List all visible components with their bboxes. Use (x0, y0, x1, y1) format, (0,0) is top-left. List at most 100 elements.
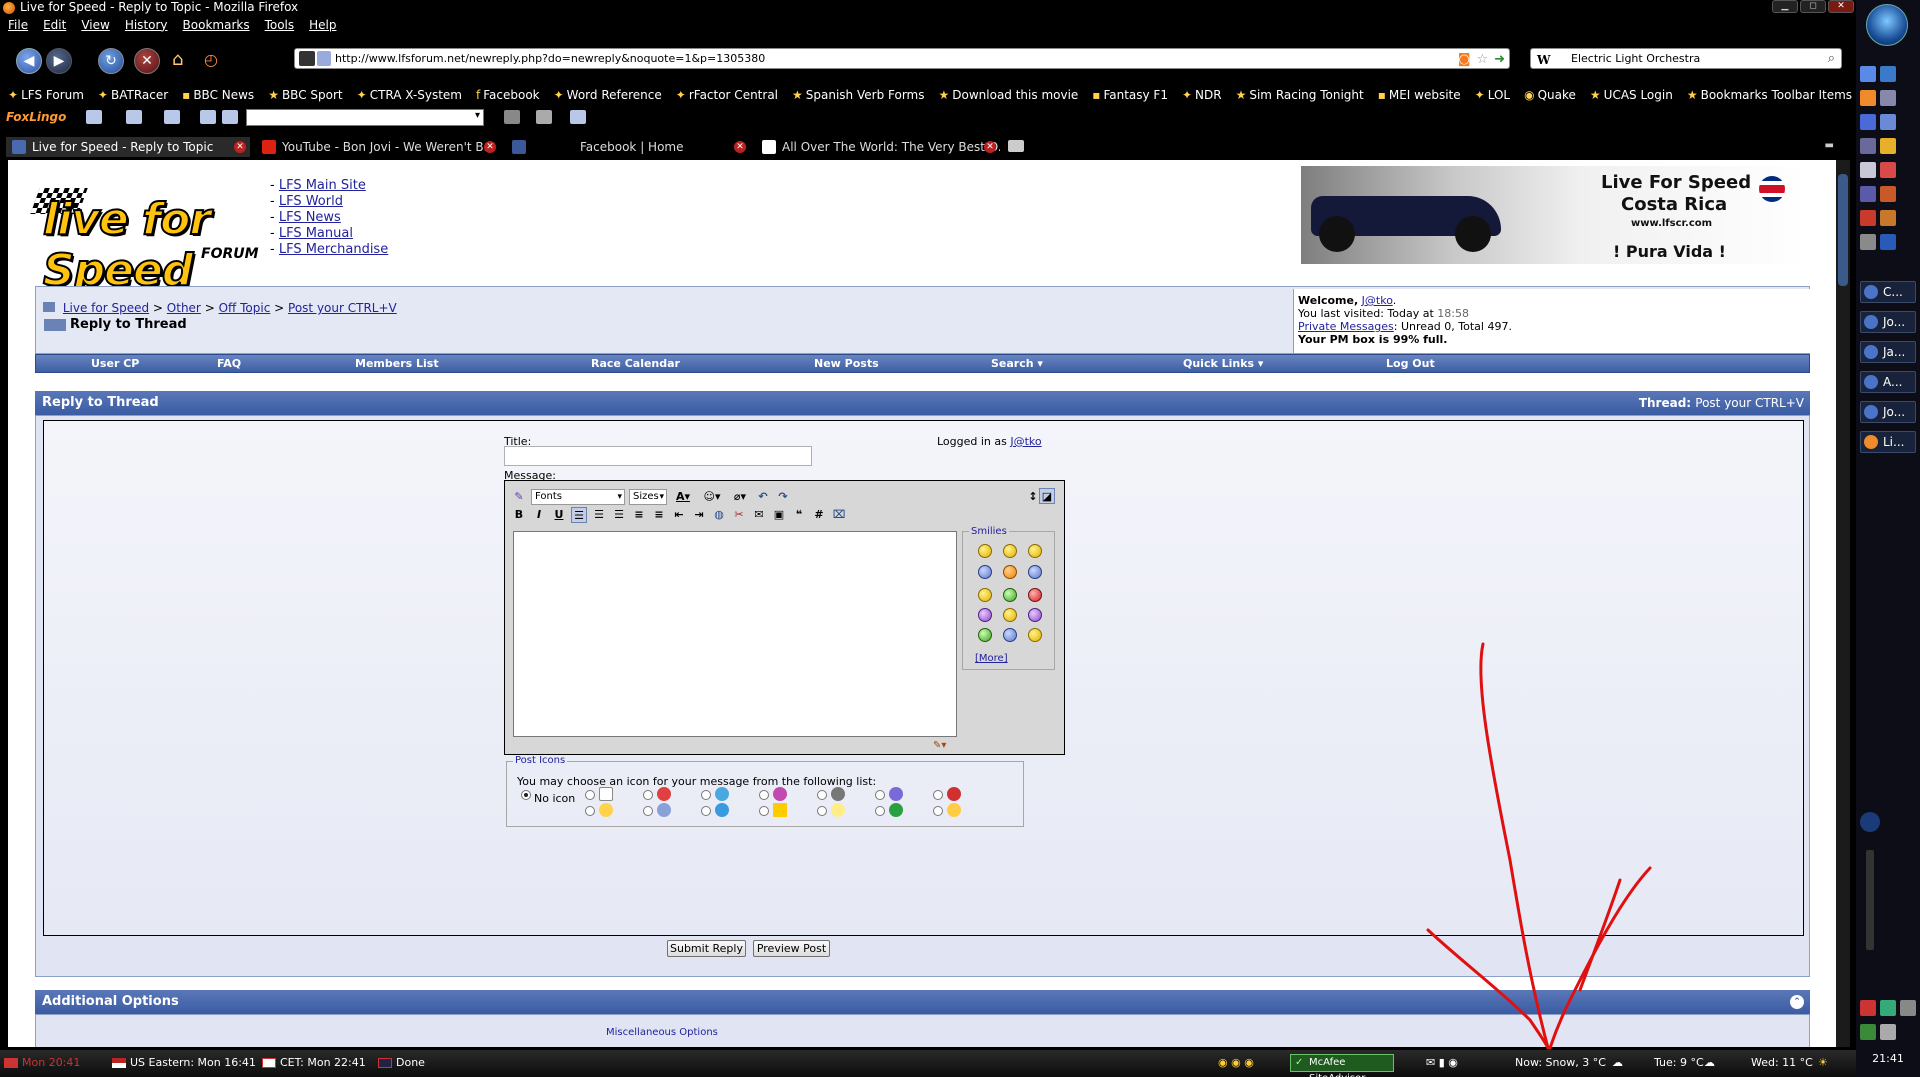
link-lfs-main-site[interactable]: LFS Main Site (279, 178, 366, 193)
link-icon[interactable]: ◍ (711, 507, 727, 523)
breadcrumb-post-your-ctrl-v[interactable]: Post your CTRL+V (288, 301, 397, 315)
search-icon[interactable] (504, 110, 520, 124)
taskbar-button-1[interactable]: C... (1860, 281, 1916, 303)
close-tab-icon[interactable]: ✕ (984, 141, 996, 153)
reload-button[interactable]: ↻ (98, 48, 124, 74)
size-select[interactable]: Sizes (629, 489, 667, 505)
wink-icon[interactable] (978, 588, 992, 602)
url-text[interactable]: http://www.lfsforum.net/newreply.php?do=… (335, 52, 765, 65)
menu-view[interactable]: View (81, 18, 109, 32)
cool-icon[interactable] (1003, 544, 1017, 558)
firefox-icon[interactable] (1860, 90, 1876, 106)
message-textarea[interactable] (513, 531, 957, 737)
attach-icon[interactable]: ⌀▾ (729, 489, 751, 505)
bookmark-lfs-forum[interactable]: ✦ LFS Forum (8, 88, 84, 102)
tray-icon[interactable] (1860, 1000, 1876, 1016)
url-bar[interactable]: http://www.lfsforum.net/newreply.php?do=… (294, 48, 1510, 69)
tray-icon[interactable] (1880, 1000, 1896, 1016)
bookmark-download-movie[interactable]: ★ Download this movie (939, 88, 1079, 102)
tab-live-for-speed[interactable]: Live for Speed - Reply to Topic ✕ (6, 137, 250, 157)
link-lfs-news[interactable]: LFS News (279, 210, 341, 225)
underline-button[interactable]: U (551, 507, 567, 523)
bookmark-batracer[interactable]: ✦ BATRacer (98, 88, 168, 102)
taskbar-button-3[interactable]: Ja... (1860, 341, 1916, 363)
preview-post-button[interactable]: Preview Post (753, 940, 830, 957)
bookmark-quake[interactable]: ◉ Quake (1524, 88, 1576, 102)
lfs-forum-logo[interactable]: live for Speed FORUM (30, 186, 263, 297)
insert-smilie-icon[interactable]: ☺▾ (699, 489, 725, 505)
tongue-icon[interactable] (978, 628, 992, 642)
logged-in-user-link[interactable]: J@tko (1010, 435, 1041, 448)
bookmark-lol[interactable]: ✦ LOL (1475, 88, 1510, 102)
forum-home-icon[interactable] (43, 302, 55, 312)
foxlingo-logo[interactable]: FoxLingo (6, 110, 66, 124)
indent-icon[interactable]: ⇥ (691, 507, 707, 523)
post-icon-radio-3[interactable] (643, 790, 653, 800)
post-icon-radio-5[interactable] (701, 790, 711, 800)
align-center-icon[interactable]: ☰ (591, 507, 607, 523)
tab-facebook[interactable]: Facebook | Home ✕ (506, 137, 750, 157)
word-icon[interactable] (1880, 234, 1896, 250)
home-icon[interactable]: ⌂ (172, 50, 192, 70)
volume-icon[interactable] (1880, 1024, 1896, 1040)
post-icon-radio-14[interactable] (933, 806, 943, 816)
translate-page-icon[interactable] (86, 110, 102, 124)
bookmark-bbc-sport[interactable]: ★ BBC Sport (268, 88, 342, 102)
redo-icon[interactable]: ↷ (775, 489, 791, 505)
close-tab-icon[interactable]: ✕ (734, 141, 746, 153)
post-icon-radio-6[interactable] (701, 806, 711, 816)
resize-editor-icon[interactable]: ✎▾ (933, 740, 946, 751)
ie-icon[interactable] (1880, 66, 1896, 82)
enlarge-editor-icon[interactable]: ◪ (1039, 488, 1055, 504)
title-field[interactable] (504, 446, 812, 466)
menu-help[interactable]: Help (309, 18, 336, 32)
quicklaunch-icon[interactable] (1860, 186, 1876, 202)
bookmark-ucas[interactable]: ★ UCAS Login (1590, 88, 1673, 102)
taskbar-button-5[interactable]: Jo... (1860, 401, 1916, 423)
crazy-icon[interactable] (1028, 628, 1042, 642)
grin-icon[interactable] (1003, 565, 1017, 579)
tray-icons[interactable]: ✉ ▮ ◉ (1426, 1056, 1458, 1069)
post-icon-radio-12[interactable] (875, 806, 885, 816)
font-select[interactable]: Fonts (531, 489, 625, 505)
settings-icon[interactable] (222, 110, 238, 124)
volume-slider[interactable] (1866, 850, 1874, 950)
bookmark-rfactor[interactable]: ✦ rFactor Central (676, 88, 778, 102)
start-orb-icon[interactable] (1866, 4, 1908, 46)
italic-button[interactable]: I (531, 507, 547, 523)
post-icon-radio-7[interactable] (759, 790, 769, 800)
sad-icon[interactable] (978, 565, 992, 579)
nav-new-posts[interactable]: New Posts (814, 357, 879, 370)
search-value[interactable]: Electric Light Orchestra (1571, 52, 1700, 65)
stop-button[interactable]: ✕ (134, 48, 160, 74)
bookmark-facebook[interactable]: f Facebook (476, 88, 540, 102)
menu-bookmarks[interactable]: Bookmarks (183, 18, 250, 32)
username-link[interactable]: J@tko (1362, 294, 1393, 307)
quicklaunch-icon[interactable] (1880, 90, 1896, 106)
quicklaunch-icon[interactable] (1880, 186, 1896, 202)
post-icon-radio-8[interactable] (759, 806, 769, 816)
no-icon-radio[interactable] (521, 790, 531, 800)
nav-log-out[interactable]: Log Out (1386, 357, 1435, 370)
new-tab-icon[interactable] (1008, 140, 1024, 152)
tab-youtube[interactable]: YouTube - Bon Jovi - We Weren't B... ✕ (256, 137, 500, 157)
unlink-icon[interactable]: ✂ (731, 507, 747, 523)
quicklaunch-icon[interactable] (1860, 66, 1876, 82)
align-right-icon[interactable]: ☰ (611, 507, 627, 523)
nav-race-calendar[interactable]: Race Calendar (591, 357, 680, 370)
quicklaunch-icon[interactable] (1860, 210, 1876, 226)
ordered-list-icon[interactable]: ≡ (631, 507, 647, 523)
menu-tools[interactable]: Tools (265, 18, 295, 32)
maximize-button[interactable]: ◻ (1800, 0, 1826, 13)
quicklaunch-icon[interactable] (1860, 138, 1876, 154)
minimize-button[interactable]: ▁ (1772, 0, 1798, 13)
private-messages-link[interactable]: Private Messages (1298, 320, 1394, 333)
tz-clock-local[interactable]: Mon 20:41 (4, 1056, 80, 1069)
happy-icon[interactable] (1003, 588, 1017, 602)
tools-icon[interactable] (200, 110, 216, 124)
rolleyes-icon[interactable] (1003, 628, 1017, 642)
media-icon[interactable] (1880, 138, 1896, 154)
code-hash-button[interactable]: # (811, 507, 827, 523)
mad-icon[interactable] (1028, 588, 1042, 602)
network-icon[interactable] (1860, 1024, 1876, 1040)
